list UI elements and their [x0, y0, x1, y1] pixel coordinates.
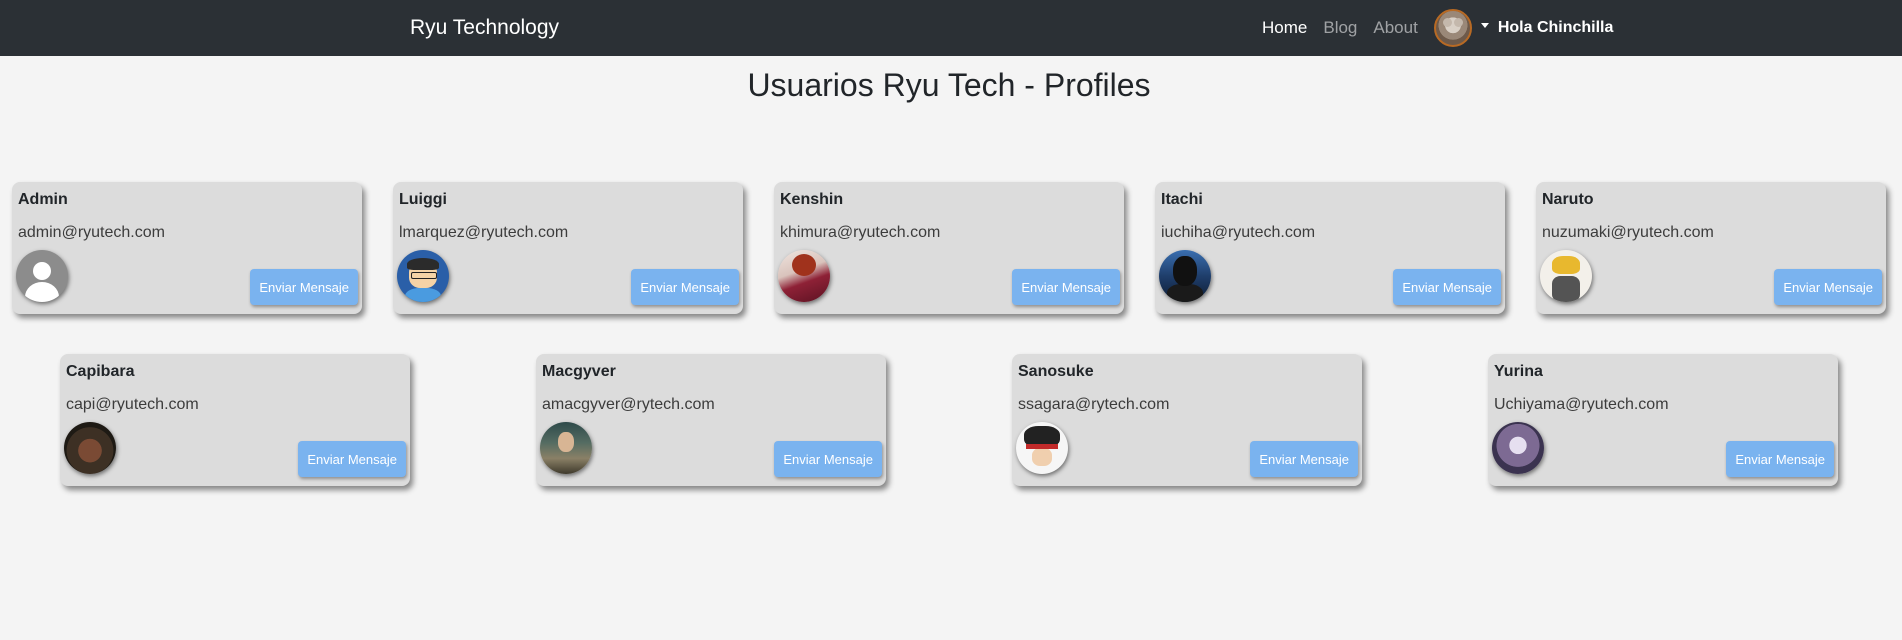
profile-name: Itachi: [1161, 191, 1203, 208]
send-message-button[interactable]: Enviar Mensaje: [1012, 269, 1120, 305]
nav-link-blog[interactable]: Blog: [1323, 18, 1357, 38]
itachi-avatar-icon: [1159, 250, 1211, 302]
user-greeting: Hola Chinchilla: [1497, 19, 1614, 36]
profile-card: Macgyver amacgyver@rytech.com Enviar Men…: [536, 354, 886, 486]
profile-card: Itachi iuchiha@ryutech.com Enviar Mensaj…: [1155, 182, 1505, 314]
send-message-button[interactable]: Enviar Mensaje: [1726, 441, 1834, 477]
profile-name: Sanosuke: [1018, 363, 1094, 380]
capybara-avatar-icon: [64, 422, 116, 474]
profile-name: Kenshin: [780, 191, 844, 208]
profile-card: Admin admin@ryutech.com Enviar Mensaje: [12, 182, 362, 314]
profile-email: lmarquez@ryutech.com: [399, 224, 569, 241]
macgyver-avatar-icon: [540, 422, 592, 474]
profile-email: ssagara@rytech.com: [1018, 396, 1170, 413]
profile-email: capi@ryutech.com: [66, 396, 199, 413]
profile-email: iuchiha@ryutech.com: [1161, 224, 1316, 241]
profile-name: Yurina: [1494, 363, 1543, 380]
profile-email: Uchiyama@ryutech.com: [1494, 396, 1669, 413]
send-message-button[interactable]: Enviar Mensaje: [631, 269, 739, 305]
default-user-avatar-icon: [16, 250, 68, 302]
yurina-avatar-icon: [1492, 422, 1544, 474]
user-menu-dropdown[interactable]: Hola Chinchilla: [1433, 9, 1614, 47]
profile-name: Macgyver: [542, 363, 616, 380]
send-message-button[interactable]: Enviar Mensaje: [1250, 441, 1358, 477]
profile-name: Admin: [18, 191, 68, 208]
profile-email: nuzumaki@ryutech.com: [1542, 224, 1714, 241]
profile-email: amacgyver@rytech.com: [542, 396, 715, 413]
kenshin-avatar-icon: [778, 250, 830, 302]
navbar: Ryu Technology Home Blog About Hola Chin…: [0, 0, 1902, 56]
profile-name: Naruto: [1542, 191, 1594, 208]
send-message-button[interactable]: Enviar Mensaje: [1774, 269, 1882, 305]
naruto-avatar-icon: [1540, 250, 1592, 302]
send-message-button[interactable]: Enviar Mensaje: [250, 269, 358, 305]
chevron-down-icon[interactable]: [1480, 22, 1489, 28]
send-message-button[interactable]: Enviar Mensaje: [298, 441, 406, 477]
nav-link-home[interactable]: Home: [1262, 18, 1307, 38]
profile-card: Yurina Uchiyama@ryutech.com Enviar Mensa…: [1488, 354, 1838, 486]
profile-card: Sanosuke ssagara@rytech.com Enviar Mensa…: [1012, 354, 1362, 486]
profile-name: Luiggi: [399, 191, 447, 208]
profile-card: Kenshin khimura@ryutech.com Enviar Mensa…: [774, 182, 1124, 314]
profile-email: khimura@ryutech.com: [780, 224, 941, 241]
profile-card: Luiggi lmarquez@ryutech.com Enviar Mensa…: [393, 182, 743, 314]
user-avatar[interactable]: [1433, 9, 1472, 47]
send-message-button[interactable]: Enviar Mensaje: [1393, 269, 1501, 305]
profile-name: Capibara: [66, 363, 135, 380]
profile-card: Capibara capi@ryutech.com Enviar Mensaje: [60, 354, 410, 486]
navbar-brand[interactable]: Ryu Technology: [410, 16, 559, 40]
page-title: Usuarios Ryu Tech - Profiles: [747, 67, 1151, 103]
nav-link-about[interactable]: About: [1373, 18, 1417, 38]
send-message-button[interactable]: Enviar Mensaje: [774, 441, 882, 477]
sanosuke-avatar-icon: [1016, 422, 1068, 474]
cartoon-boy-avatar-icon: [397, 250, 449, 302]
profile-email: admin@ryutech.com: [18, 224, 165, 241]
profile-card: Naruto nuzumaki@ryutech.com Enviar Mensa…: [1536, 182, 1886, 314]
nav-links: Home Blog About Hola Chinchilla: [1262, 0, 1613, 56]
